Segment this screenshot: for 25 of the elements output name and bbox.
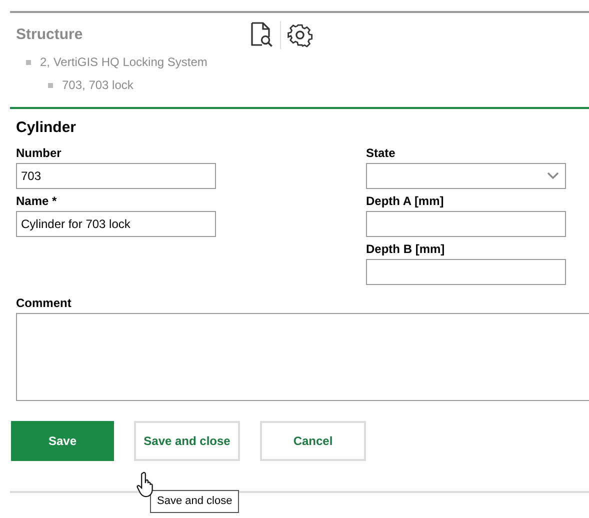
document-search-icon[interactable] xyxy=(250,22,274,48)
input-field[interactable] xyxy=(366,211,566,237)
tree-item[interactable]: 2, VertiGIS HQ Locking System xyxy=(40,55,208,69)
bullet-icon xyxy=(48,83,53,88)
cancel-button[interactable]: Cancel xyxy=(260,421,366,461)
tooltip: Save and close xyxy=(150,490,240,513)
field-label: Depth A [mm] xyxy=(366,194,445,208)
form-title: Cylinder xyxy=(15,118,78,138)
field-label: Name * xyxy=(16,194,58,208)
input-field[interactable]: 703 xyxy=(16,163,216,189)
input-field[interactable] xyxy=(366,259,566,285)
chevron-down-icon xyxy=(547,172,559,180)
settings-icon[interactable] xyxy=(287,22,313,48)
field-label: Number xyxy=(16,146,62,160)
state-dropdown[interactable] xyxy=(366,163,566,189)
field-label: Depth B [mm] xyxy=(366,242,446,256)
comment-field[interactable] xyxy=(16,313,589,401)
section-title: Structure xyxy=(16,24,84,45)
field-label: State xyxy=(366,146,396,160)
field-label: Comment xyxy=(16,296,72,310)
bullet-icon xyxy=(26,60,31,66)
save-and-close-button[interactable]: Save and close xyxy=(134,421,240,461)
input-field[interactable]: Cylinder for 703 lock xyxy=(16,211,216,237)
tree-item[interactable]: 703, 703 lock xyxy=(62,78,134,92)
save-button[interactable]: Save xyxy=(11,421,114,461)
